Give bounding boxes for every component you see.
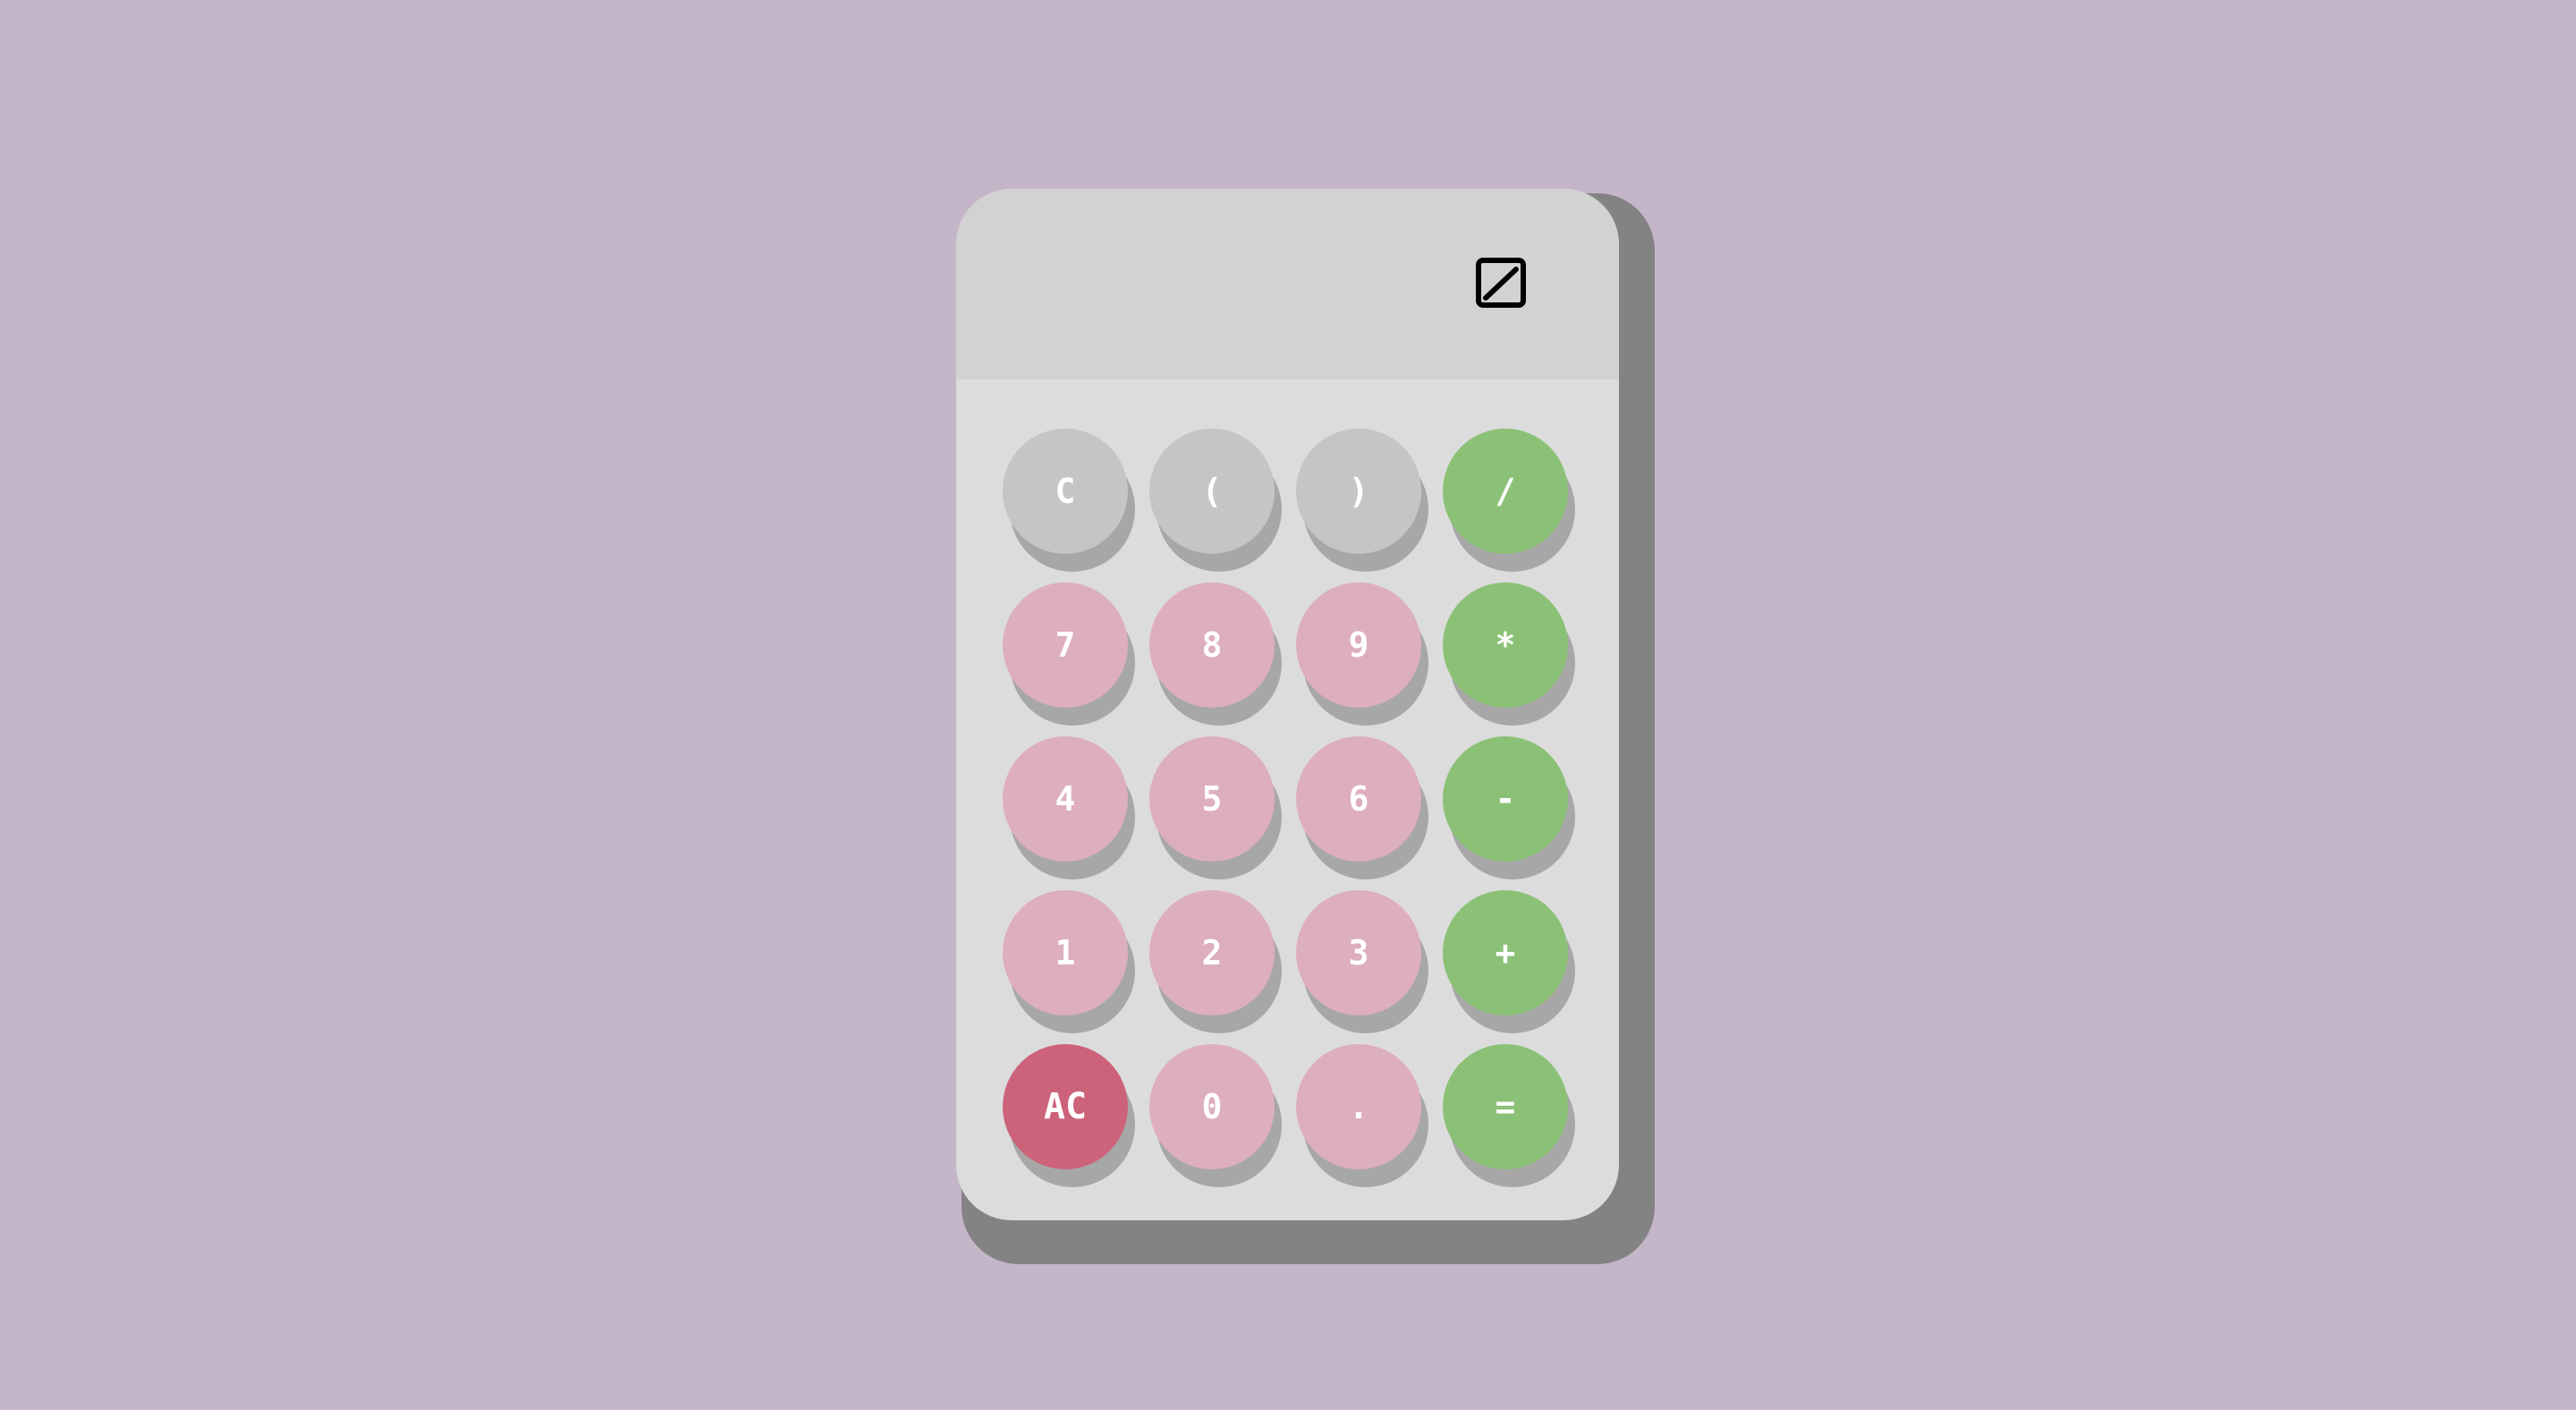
divide-button[interactable]: / xyxy=(1443,429,1568,554)
subtract-button-key: - xyxy=(1443,736,1575,879)
decimal-button-key: . xyxy=(1296,1044,1428,1187)
add-button[interactable]: + xyxy=(1443,890,1568,1015)
digit-0-button-key: 0 xyxy=(1149,1044,1282,1187)
all-clear-button-key: AC xyxy=(1003,1044,1135,1187)
digit-4-button[interactable]: 4 xyxy=(1003,736,1128,862)
keypad: C ( ) / 7 8 9 * 4 5 6 - 1 2 3 + AC 0 . = xyxy=(1003,429,1593,1187)
digit-9-button-key: 9 xyxy=(1296,582,1428,726)
clear-button-key: C xyxy=(1003,429,1135,572)
digit-1-button-key: 1 xyxy=(1003,890,1135,1033)
close-paren-button-key: ) xyxy=(1296,429,1428,572)
add-button-key: + xyxy=(1443,890,1575,1033)
digit-8-button[interactable]: 8 xyxy=(1149,582,1275,708)
digit-7-button-key: 7 xyxy=(1003,582,1135,726)
multiply-button-key: * xyxy=(1443,582,1575,726)
digit-8-button-key: 8 xyxy=(1149,582,1282,726)
equals-button-key: = xyxy=(1443,1044,1575,1187)
digit-3-button[interactable]: 3 xyxy=(1296,890,1421,1015)
open-paren-button-key: ( xyxy=(1149,429,1282,572)
digit-7-button[interactable]: 7 xyxy=(1003,582,1128,708)
digit-9-button[interactable]: 9 xyxy=(1296,582,1421,708)
digit-5-button[interactable]: 5 xyxy=(1149,736,1275,862)
close-paren-button[interactable]: ) xyxy=(1296,429,1421,554)
subtract-button[interactable]: - xyxy=(1443,736,1568,862)
slashed-zero-icon xyxy=(1476,258,1526,308)
digit-2-button[interactable]: 2 xyxy=(1149,890,1275,1015)
digit-6-button-key: 6 xyxy=(1296,736,1428,879)
digit-0-button[interactable]: 0 xyxy=(1149,1044,1275,1169)
digit-2-button-key: 2 xyxy=(1149,890,1282,1033)
divide-button-key: / xyxy=(1443,429,1575,572)
display-value xyxy=(992,242,1493,332)
digit-5-button-key: 5 xyxy=(1149,736,1282,879)
digit-6-button[interactable]: 6 xyxy=(1296,736,1421,862)
digit-1-button[interactable]: 1 xyxy=(1003,890,1128,1015)
digit-4-button-key: 4 xyxy=(1003,736,1135,879)
multiply-button[interactable]: * xyxy=(1443,582,1568,708)
open-paren-button[interactable]: ( xyxy=(1149,429,1275,554)
calculator: C ( ) / 7 8 9 * 4 5 6 - 1 2 3 + AC 0 . = xyxy=(956,189,1619,1220)
calculator-display xyxy=(956,189,1619,379)
decimal-button[interactable]: . xyxy=(1296,1044,1421,1169)
digit-3-button-key: 3 xyxy=(1296,890,1428,1033)
clear-button[interactable]: C xyxy=(1003,429,1128,554)
all-clear-button[interactable]: AC xyxy=(1003,1044,1128,1169)
equals-button[interactable]: = xyxy=(1443,1044,1568,1169)
